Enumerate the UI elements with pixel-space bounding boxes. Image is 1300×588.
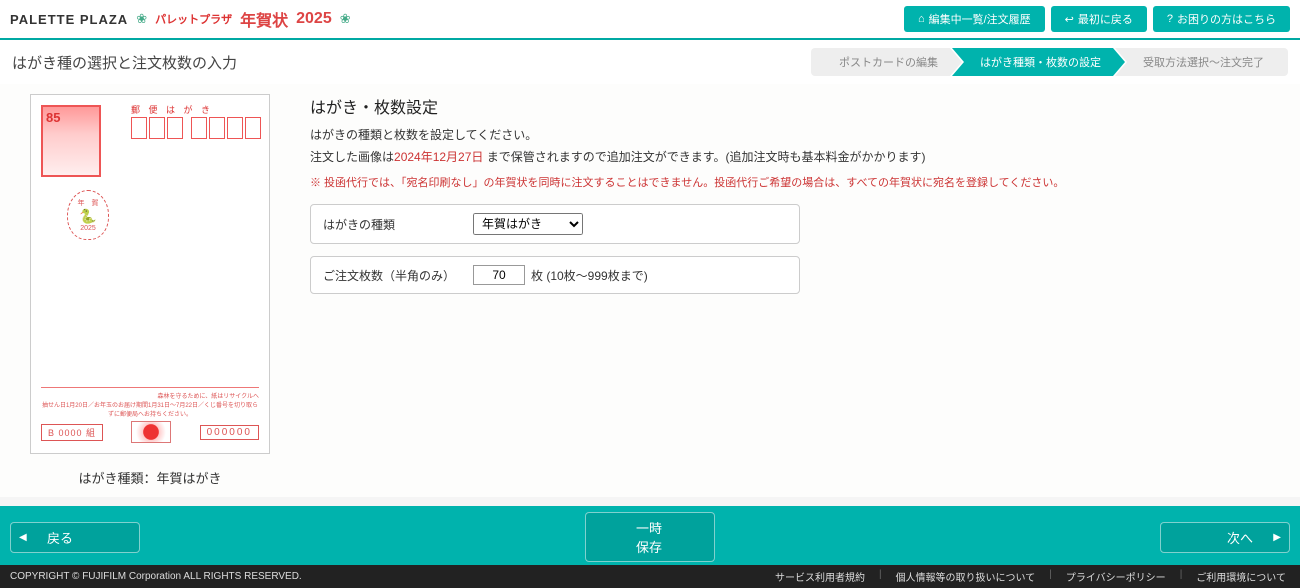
save-label: 一時保存 [636, 518, 664, 556]
qty-suffix: 枚 (10枚～999枚まで) [531, 267, 648, 284]
qty-row: ご注文枚数（半角のみ） 枚 (10枚～999枚まで) [310, 256, 800, 294]
back-button[interactable]: 戻る [10, 522, 140, 553]
copyright-bar: COPYRIGHT © FUJIFILM Corporation ALL RIG… [0, 565, 1300, 588]
help-button[interactable]: ? お困りの方はこちら [1153, 6, 1290, 32]
next-label: 次へ [1227, 528, 1253, 547]
page-title: はがき種の選択と注文枚数の入力 [12, 52, 237, 73]
footer-link-terms[interactable]: サービス利用者規約 [771, 569, 869, 584]
desc2a: 注文した画像は [310, 150, 394, 164]
back-icon: ↩ [1065, 13, 1074, 26]
type-select[interactable]: 年賀はがき [473, 213, 583, 235]
zip-box [191, 117, 207, 139]
bottom-strip: 森林を守るために、紙はリサイクルへ 抽せん日1月20日／お年玉のお届け期間1月3… [41, 387, 259, 443]
help-icon: ? [1167, 13, 1173, 25]
lottery-icon [131, 421, 171, 443]
form-column: はがき・枚数設定 はがきの種類と枚数を設定してください。 注文した画像は2024… [310, 94, 1280, 487]
preview-caption: はがき種類：年賀はがき [20, 468, 280, 487]
zip-box [227, 117, 243, 139]
postcard-preview: 85 郵 便 は が き 年 賀 🐍 2025 森林を守るために、紙はリサイクル… [30, 94, 270, 454]
step-indicator: ポストカードの編集 はがき種類・枚数の設定 受取方法選択～注文完了 [811, 48, 1288, 76]
qty-label: ご注文枚数（半角のみ） [323, 267, 473, 284]
zip-box [245, 117, 261, 139]
preview-column: 85 郵 便 は が き 年 賀 🐍 2025 森林を守るために、紙はリサイクル… [20, 94, 280, 487]
lottery-info: 抽せん日1月20日／お年玉のお届け期間1月31日～7月22日／くじ番号を切り取ら… [41, 400, 259, 418]
type-row: はがきの種類 年賀はがき [310, 204, 800, 244]
recycle-text: 森林を守るために、紙はリサイクルへ [41, 391, 259, 400]
zodiac-icon: 🐍 [79, 208, 96, 225]
desc2b: まで保管されますので追加注文ができます。(追加注文時も基本料金がかかります) [483, 150, 925, 164]
stamp-area: 85 [41, 105, 101, 177]
zip-boxes [131, 117, 261, 139]
subheader: はがき種の選択と注文枚数の入力 ポストカードの編集 はがき種類・枚数の設定 受取… [0, 40, 1300, 84]
save-button[interactable]: 一時保存 [585, 512, 715, 562]
back-top-label: 最初に戻る [1078, 11, 1133, 27]
lottery-number: 000000 [200, 425, 259, 440]
header-buttons: ⌂ 編集中一覧/注文履歴 ↩ 最初に戻る ? お困りの方はこちら [904, 6, 1290, 32]
caption-value: 年賀はがき [157, 471, 222, 486]
qty-input[interactable] [473, 265, 525, 285]
footer-action-bar: 戻る 一時保存 次へ [0, 506, 1300, 568]
decor-icon: ❀ [136, 11, 147, 27]
lottery-row: B 0000 組 000000 [41, 421, 259, 443]
caption-label: はがき種類： [78, 471, 156, 486]
lottery-group: B 0000 組 [41, 424, 103, 441]
help-label: お困りの方はこちら [1177, 11, 1276, 27]
copyright-text: COPYRIGHT © FUJIFILM Corporation ALL RIG… [10, 571, 302, 582]
year-text: 2025 [296, 10, 332, 28]
form-title: はがき・枚数設定 [310, 94, 1280, 118]
step-1: ポストカードの編集 [811, 48, 962, 76]
back-label: 戻る [47, 528, 73, 547]
footer-link-privacy-policy[interactable]: プライバシーポリシー [1062, 569, 1170, 584]
edit-list-label: 編集中一覧/注文履歴 [929, 11, 1031, 27]
home-icon: ⌂ [918, 13, 925, 25]
separator: | [875, 569, 886, 584]
form-desc-1: はがきの種類と枚数を設定してください。 [310, 126, 1280, 144]
step-3: 受取方法選択～注文完了 [1115, 48, 1288, 76]
stamp-value: 85 [46, 110, 60, 125]
footer-link-env[interactable]: ご利用環境について [1192, 569, 1290, 584]
zip-box [149, 117, 165, 139]
footer-links: サービス利用者規約 | 個人情報等の取り扱いについて | プライバシーポリシー … [771, 569, 1290, 584]
edit-list-button[interactable]: ⌂ 編集中一覧/注文履歴 [904, 6, 1045, 32]
main-content: 85 郵 便 は が き 年 賀 🐍 2025 森林を守るために、紙はリサイクル… [0, 84, 1300, 497]
step-2: はがき種類・枚数の設定 [952, 48, 1125, 76]
next-button[interactable]: 次へ [1160, 522, 1290, 553]
nenga-mark-year: 2025 [80, 225, 96, 232]
form-warning: ※ 投函代行では、「宛名印刷なし」の年賀状を同時に注文することはできません。投函… [310, 174, 1280, 190]
nenga-stamp-icon: 年 賀 🐍 2025 [67, 190, 109, 240]
footer-link-privacy-info[interactable]: 個人情報等の取り扱いについて [892, 569, 1040, 584]
logo: PALETTE PLAZA [10, 12, 128, 27]
nenga-text: 年賀状 [240, 7, 288, 31]
separator: | [1045, 569, 1056, 584]
zip-box [131, 117, 147, 139]
zip-box [167, 117, 183, 139]
separator: | [1176, 569, 1187, 584]
desc-date: 2024年12月27日 [394, 150, 483, 164]
back-top-button[interactable]: ↩ 最初に戻る [1051, 6, 1147, 32]
sublogo: パレットプラザ [155, 11, 232, 27]
type-label: はがきの種類 [323, 216, 473, 233]
form-desc-2: 注文した画像は2024年12月27日 まで保管されますので追加注文ができます。(… [310, 148, 1280, 166]
zip-box [209, 117, 225, 139]
yubin-label: 郵 便 は が き [131, 103, 213, 116]
logo-area: PALETTE PLAZA ❀ パレットプラザ 年賀状 2025 ❀ [10, 7, 351, 31]
header-bar: PALETTE PLAZA ❀ パレットプラザ 年賀状 2025 ❀ ⌂ 編集中… [0, 0, 1300, 40]
nenga-mark-top: 年 賀 [78, 198, 99, 208]
decor-icon: ❀ [340, 11, 351, 27]
